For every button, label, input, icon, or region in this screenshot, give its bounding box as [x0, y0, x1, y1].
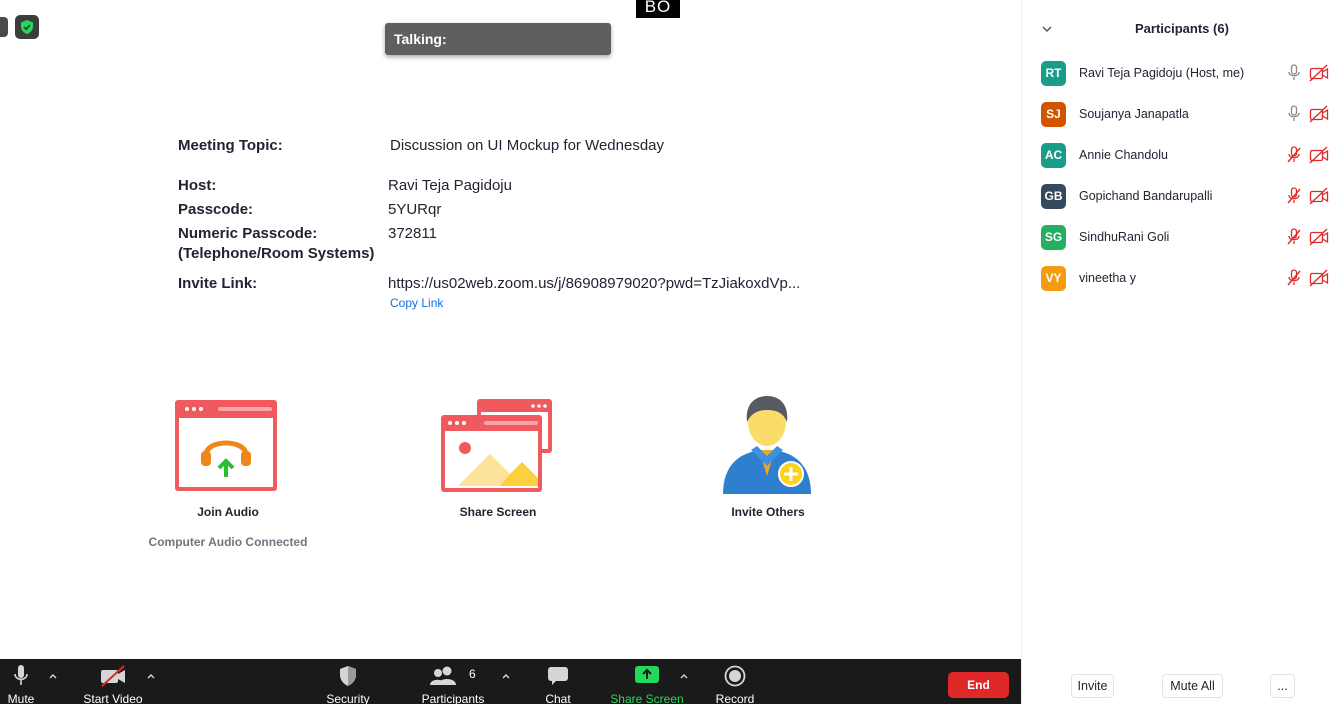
- microphone-icon: [14, 665, 28, 685]
- share-screen-icon: [441, 399, 552, 492]
- mute-label: Mute: [7, 692, 35, 704]
- record-icon: [724, 665, 746, 687]
- passcode-label: Passcode:: [178, 201, 254, 218]
- microphone-icon[interactable]: [1286, 105, 1302, 123]
- chat-bubble-icon: [548, 667, 568, 685]
- participant-row[interactable]: SG SindhuRani Goli: [1022, 225, 1341, 265]
- participant-name: Annie Chandolu: [1079, 148, 1168, 162]
- end-meeting-button[interactable]: End: [948, 672, 1009, 698]
- record-label: Record: [715, 692, 755, 704]
- microphone-muted-icon[interactable]: [1286, 146, 1302, 164]
- meeting-topic-label: Meeting Topic:: [178, 137, 283, 154]
- invite-others-label[interactable]: Invite Others: [731, 505, 804, 519]
- participants-button[interactable]: Participants: [418, 659, 488, 704]
- microphone-muted-icon[interactable]: [1286, 228, 1302, 246]
- participants-panel: Participants (6) RT Ravi Teja Pagidoju (H…: [1021, 0, 1341, 704]
- microphone-muted-icon[interactable]: [1286, 269, 1302, 287]
- participant-avatar: AC: [1041, 143, 1066, 168]
- participant-name: Gopichand Bandarupalli: [1079, 189, 1213, 203]
- encryption-shield-icon[interactable]: [15, 15, 39, 39]
- participant-name: Ravi Teja Pagidoju (Host, me): [1079, 66, 1245, 80]
- participant-name: Soujanya Janapatla: [1079, 107, 1189, 121]
- mute-options-caret-icon[interactable]: [48, 672, 58, 680]
- security-label: Security: [326, 692, 370, 704]
- copy-link[interactable]: Copy Link: [390, 296, 443, 310]
- chevron-down-icon[interactable]: [1040, 22, 1054, 36]
- shield-icon: [340, 666, 356, 686]
- participant-avatar: VY: [1041, 266, 1066, 291]
- chat-button[interactable]: Chat: [536, 659, 580, 704]
- invite-button[interactable]: Invite: [1071, 674, 1114, 698]
- headphones-icon: [175, 400, 277, 491]
- participant-name: SindhuRani Goli: [1079, 230, 1170, 244]
- participant-row[interactable]: SJ Soujanya Janapatla: [1022, 102, 1341, 142]
- invite-link-label: Invite Link:: [178, 275, 258, 292]
- meeting-topic-value: Discussion on UI Mockup for Wednesday: [390, 137, 665, 154]
- numeric-passcode-label: Numeric Passcode:: [178, 225, 318, 242]
- numeric-passcode-sublabel: (Telephone/Room Systems): [178, 245, 375, 262]
- participant-avatar: RT: [1041, 61, 1066, 86]
- participant-avatar: GB: [1041, 184, 1066, 209]
- share-screen-arrow-icon: [635, 666, 659, 683]
- talking-indicator: Talking:: [385, 23, 611, 55]
- microphone-muted-icon[interactable]: [1286, 187, 1302, 205]
- chat-label: Chat: [545, 692, 571, 704]
- participants-icon: [429, 666, 456, 685]
- audio-status-text: Computer Audio Connected: [148, 535, 308, 549]
- host-label: Host:: [178, 177, 217, 194]
- participant-avatar: SG: [1041, 225, 1066, 250]
- share-screen-toolbar-label: Share Screen: [610, 692, 684, 704]
- join-audio-button[interactable]: [174, 399, 279, 494]
- participant-avatar: SJ: [1041, 102, 1066, 127]
- share-screen-button[interactable]: [440, 398, 553, 494]
- video-off-icon[interactable]: [1309, 228, 1329, 246]
- participant-row[interactable]: RT Ravi Teja Pagidoju (Host, me): [1022, 61, 1341, 101]
- video-off-icon[interactable]: [1309, 269, 1329, 287]
- share-screen-toolbar-button[interactable]: Share Screen: [608, 659, 686, 704]
- share-options-caret-icon[interactable]: [679, 672, 689, 680]
- mute-button[interactable]: Mute: [0, 659, 42, 704]
- invite-others-button[interactable]: [721, 394, 813, 496]
- participants-panel-header: Participants (6): [1022, 20, 1341, 40]
- video-off-icon[interactable]: [1309, 105, 1329, 123]
- video-off-icon[interactable]: [1309, 146, 1329, 164]
- participant-row[interactable]: GB Gopichand Bandarupalli: [1022, 184, 1341, 224]
- video-off-icon: [101, 665, 125, 687]
- record-button[interactable]: Record: [712, 659, 758, 704]
- invite-link-value: https://us02web.zoom.us/j/86908979020?pw…: [388, 275, 801, 292]
- breakout-room-tag: BO: [636, 0, 680, 18]
- mute-all-button[interactable]: Mute All: [1162, 674, 1223, 698]
- security-button[interactable]: Security: [318, 659, 378, 704]
- video-off-icon[interactable]: [1309, 64, 1329, 82]
- more-options-button[interactable]: ...: [1270, 674, 1295, 698]
- participant-row[interactable]: VY vineetha y: [1022, 266, 1341, 306]
- video-off-icon[interactable]: [1309, 187, 1329, 205]
- zoom-meeting-window: BO Talking: Meeting Topic: Discussion on…: [0, 0, 1341, 704]
- participants-count-badge: 6: [469, 667, 476, 681]
- meeting-toolbar: Mute Start Video Security Participants 6…: [0, 659, 1021, 704]
- add-person-icon: [723, 396, 811, 494]
- numeric-passcode-value: 372811: [388, 225, 437, 242]
- participant-row[interactable]: AC Annie Chandolu: [1022, 143, 1341, 183]
- participants-label: Participants: [421, 692, 485, 704]
- participant-name: vineetha y: [1079, 271, 1136, 285]
- host-value: Ravi Teja Pagidoju: [388, 177, 512, 194]
- meeting-info-icon[interactable]: [0, 17, 8, 37]
- video-options-caret-icon[interactable]: [146, 672, 156, 680]
- participants-panel-title: Participants (6): [1135, 21, 1229, 36]
- start-video-button[interactable]: Start Video: [80, 659, 146, 704]
- microphone-icon[interactable]: [1286, 64, 1302, 82]
- join-audio-label[interactable]: Join Audio: [197, 505, 259, 519]
- participants-options-caret-icon[interactable]: [501, 672, 511, 680]
- start-video-label: Start Video: [83, 692, 143, 704]
- share-screen-label[interactable]: Share Screen: [460, 505, 537, 519]
- passcode-value: 5YURqr: [388, 201, 442, 218]
